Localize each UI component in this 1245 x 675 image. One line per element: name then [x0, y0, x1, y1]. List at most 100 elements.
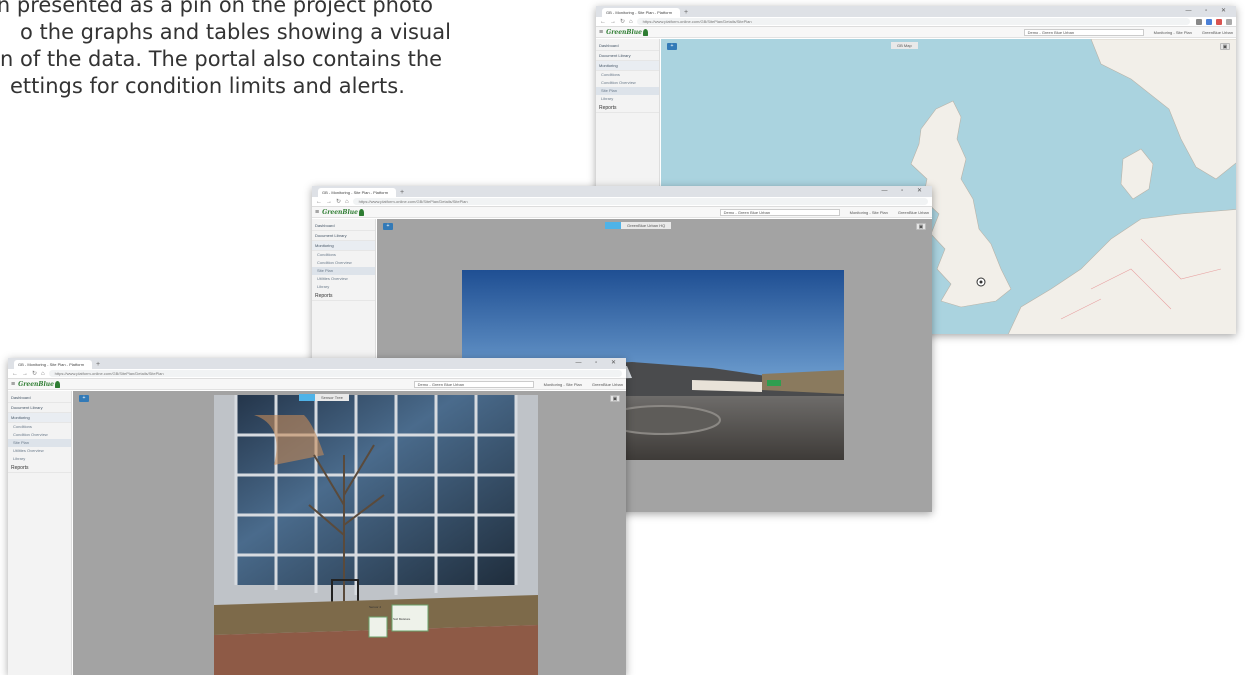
view-selector[interactable]: GreenBlue Urban HQ	[605, 222, 672, 229]
user-menu[interactable]: GreenBlue Urban	[1202, 30, 1233, 35]
star-icon[interactable]	[1206, 18, 1212, 25]
sidebar-item-utilities-overview[interactable]: Utilities Overview	[312, 275, 375, 283]
window-controls-icon[interactable]: — ▫ ✕	[882, 187, 929, 194]
profile-icon[interactable]	[1226, 18, 1232, 25]
tab-bar: GB - Monitoring - Site Plan - Platform +…	[596, 6, 1236, 17]
user-menu[interactable]: GreenBlue Urban	[898, 210, 929, 215]
info-marker-label[interactable]: Soil Moisture	[393, 617, 429, 621]
intro-line: ettings for condition limits and alerts.	[10, 74, 405, 98]
sidebar-item-dashboard[interactable]: Dashboard	[312, 221, 375, 231]
browser-tab[interactable]: GB - Monitoring - Site Plan - Platform	[14, 360, 92, 369]
breadcrumb: Monitoring - Site Plan	[849, 209, 888, 215]
sidebar-item-reports[interactable]: Reports	[596, 103, 659, 113]
app-header: ≡ GreenBlue Demo - Green Blue Urban Moni…	[8, 379, 626, 390]
back-icon[interactable]: ←	[316, 199, 322, 205]
new-tab-button[interactable]: +	[96, 360, 100, 369]
sidebar-item-condition-overview[interactable]: Condition Overview	[312, 259, 375, 267]
reload-icon[interactable]: ↻	[336, 198, 341, 205]
add-button[interactable]: +	[79, 395, 89, 402]
building-screenshot: GB - Monitoring - Site Plan - Platform +…	[8, 358, 626, 675]
url-field[interactable]: https://www.platform-online.com/GB/SiteP…	[352, 198, 928, 205]
home-icon[interactable]: ⌂	[41, 371, 45, 377]
sidebar-item-reports[interactable]: Reports	[312, 291, 375, 301]
tab-bar: GB - Monitoring - Site Plan - Platform +…	[8, 358, 626, 369]
site-select[interactable]: Demo - Green Blue Urban	[1023, 28, 1144, 36]
sidebar-item-monitoring[interactable]: Monitoring	[596, 61, 659, 71]
extension-icon[interactable]	[1196, 18, 1202, 25]
site-pin-icon[interactable]	[977, 278, 985, 286]
reload-icon[interactable]: ↻	[620, 18, 625, 25]
url-field[interactable]: https://www.platform-online.com/GB/SiteP…	[48, 370, 622, 377]
logo-text: GreenBlue	[18, 380, 54, 388]
view-selector[interactable]: GB Map	[891, 42, 918, 49]
forward-icon[interactable]: →	[610, 19, 616, 25]
sensor-marker-label[interactable]: Sensor 4	[369, 605, 405, 609]
sidebar-item-document-library[interactable]: Document Library	[312, 231, 375, 241]
sidebar-item-document-library[interactable]: Document Library	[8, 403, 71, 413]
sidebar-item-monitoring[interactable]: Monitoring	[8, 413, 71, 423]
sidebar-item-conditions[interactable]: Conditions	[312, 251, 375, 259]
address-bar: ← → ↻ ⌂ https://www.platform-online.com/…	[596, 17, 1236, 27]
sidebar-item-library[interactable]: Library	[312, 283, 375, 291]
home-icon[interactable]: ⌂	[629, 19, 633, 25]
window-controls-icon[interactable]: — ▫ ✕	[576, 359, 623, 366]
intro-line: n of the data. The portal also contains …	[0, 47, 443, 71]
sidebar-item-dashboard[interactable]: Dashboard	[8, 393, 71, 403]
site-select[interactable]: Demo - Green Blue Urban	[413, 380, 534, 388]
app-header: ≡ GreenBlue Demo - Green Blue Urban Moni…	[312, 207, 932, 218]
sidebar-item-monitoring[interactable]: Monitoring	[312, 241, 375, 251]
menu-icon[interactable]: ≡	[599, 29, 603, 36]
extension-icon[interactable]	[1216, 18, 1222, 25]
view-name: GB Map	[891, 42, 918, 49]
sidebar-item-conditions[interactable]: Conditions	[8, 423, 71, 431]
reload-icon[interactable]: ↻	[32, 370, 37, 377]
breadcrumb: Monitoring - Site Plan	[1153, 29, 1192, 35]
window-controls-icon[interactable]: — ▫ ✕	[1186, 7, 1233, 14]
camera-icon[interactable]: ▣	[610, 395, 620, 402]
logo: GreenBlue	[606, 28, 648, 36]
tab-bar: GB - Monitoring - Site Plan - Platform +…	[312, 186, 932, 197]
intro-line: o the graphs and tables showing a visual	[20, 20, 451, 44]
browser-tab[interactable]: GB - Monitoring - Site Plan - Platform	[318, 188, 396, 197]
browser-tab[interactable]: GB - Monitoring - Site Plan - Platform	[602, 8, 680, 17]
breadcrumb: Monitoring - Site Plan	[543, 381, 582, 387]
address-bar: ← → ↻ ⌂ https://www.platform-online.com/…	[312, 197, 932, 207]
app-body: Dashboard Document Library Monitoring Co…	[8, 391, 626, 675]
user-menu[interactable]: GreenBlue Urban	[592, 382, 623, 387]
camera-icon[interactable]: ▣	[916, 223, 926, 230]
back-icon[interactable]: ←	[12, 371, 18, 377]
camera-view-icon[interactable]	[299, 394, 315, 401]
sidebar-item-conditions[interactable]: Conditions	[596, 71, 659, 79]
new-tab-button[interactable]: +	[684, 8, 688, 17]
photo-panel: + Sensor Tree Sensor 4 Soil Moisture ▣	[73, 391, 626, 675]
site-select[interactable]: Demo - Green Blue Urban	[719, 208, 840, 216]
forward-icon[interactable]: →	[326, 199, 332, 205]
sidebar-item-site-plan[interactable]: Site Plan	[596, 87, 659, 95]
url-field[interactable]: https://www.platform-online.com/GB/SiteP…	[636, 18, 1190, 25]
sidebar-item-site-plan[interactable]: Site Plan	[8, 439, 71, 447]
sidebar-item-utilities-overview[interactable]: Utilities Overview	[8, 447, 71, 455]
new-tab-button[interactable]: +	[400, 188, 404, 197]
back-icon[interactable]: ←	[600, 19, 606, 25]
add-button[interactable]: +	[383, 223, 393, 230]
home-icon[interactable]: ⌂	[345, 199, 349, 205]
view-selector[interactable]: Sensor Tree	[299, 394, 349, 401]
sidebar-item-condition-overview[interactable]: Condition Overview	[8, 431, 71, 439]
camera-icon[interactable]: ▣	[1220, 43, 1230, 50]
menu-icon[interactable]: ≡	[315, 209, 319, 216]
sidebar-item-reports[interactable]: Reports	[8, 463, 71, 473]
intro-paragraph: again presented as a pin on the project …	[0, 0, 600, 100]
sidebar-item-site-plan[interactable]: Site Plan	[312, 267, 375, 275]
sidebar-item-library[interactable]: Library	[596, 95, 659, 103]
address-bar: ← → ↻ ⌂ https://www.platform-online.com/…	[8, 369, 626, 379]
forward-icon[interactable]: →	[22, 371, 28, 377]
menu-icon[interactable]: ≡	[11, 381, 15, 388]
add-button[interactable]: +	[667, 43, 677, 50]
sidebar-item-condition-overview[interactable]: Condition Overview	[596, 79, 659, 87]
building-photo[interactable]	[214, 395, 538, 675]
sidebar-item-document-library[interactable]: Document Library	[596, 51, 659, 61]
sidebar-item-library[interactable]: Library	[8, 455, 71, 463]
extension-icons	[1196, 18, 1232, 25]
sidebar-item-dashboard[interactable]: Dashboard	[596, 41, 659, 51]
camera-view-icon[interactable]	[605, 222, 621, 229]
